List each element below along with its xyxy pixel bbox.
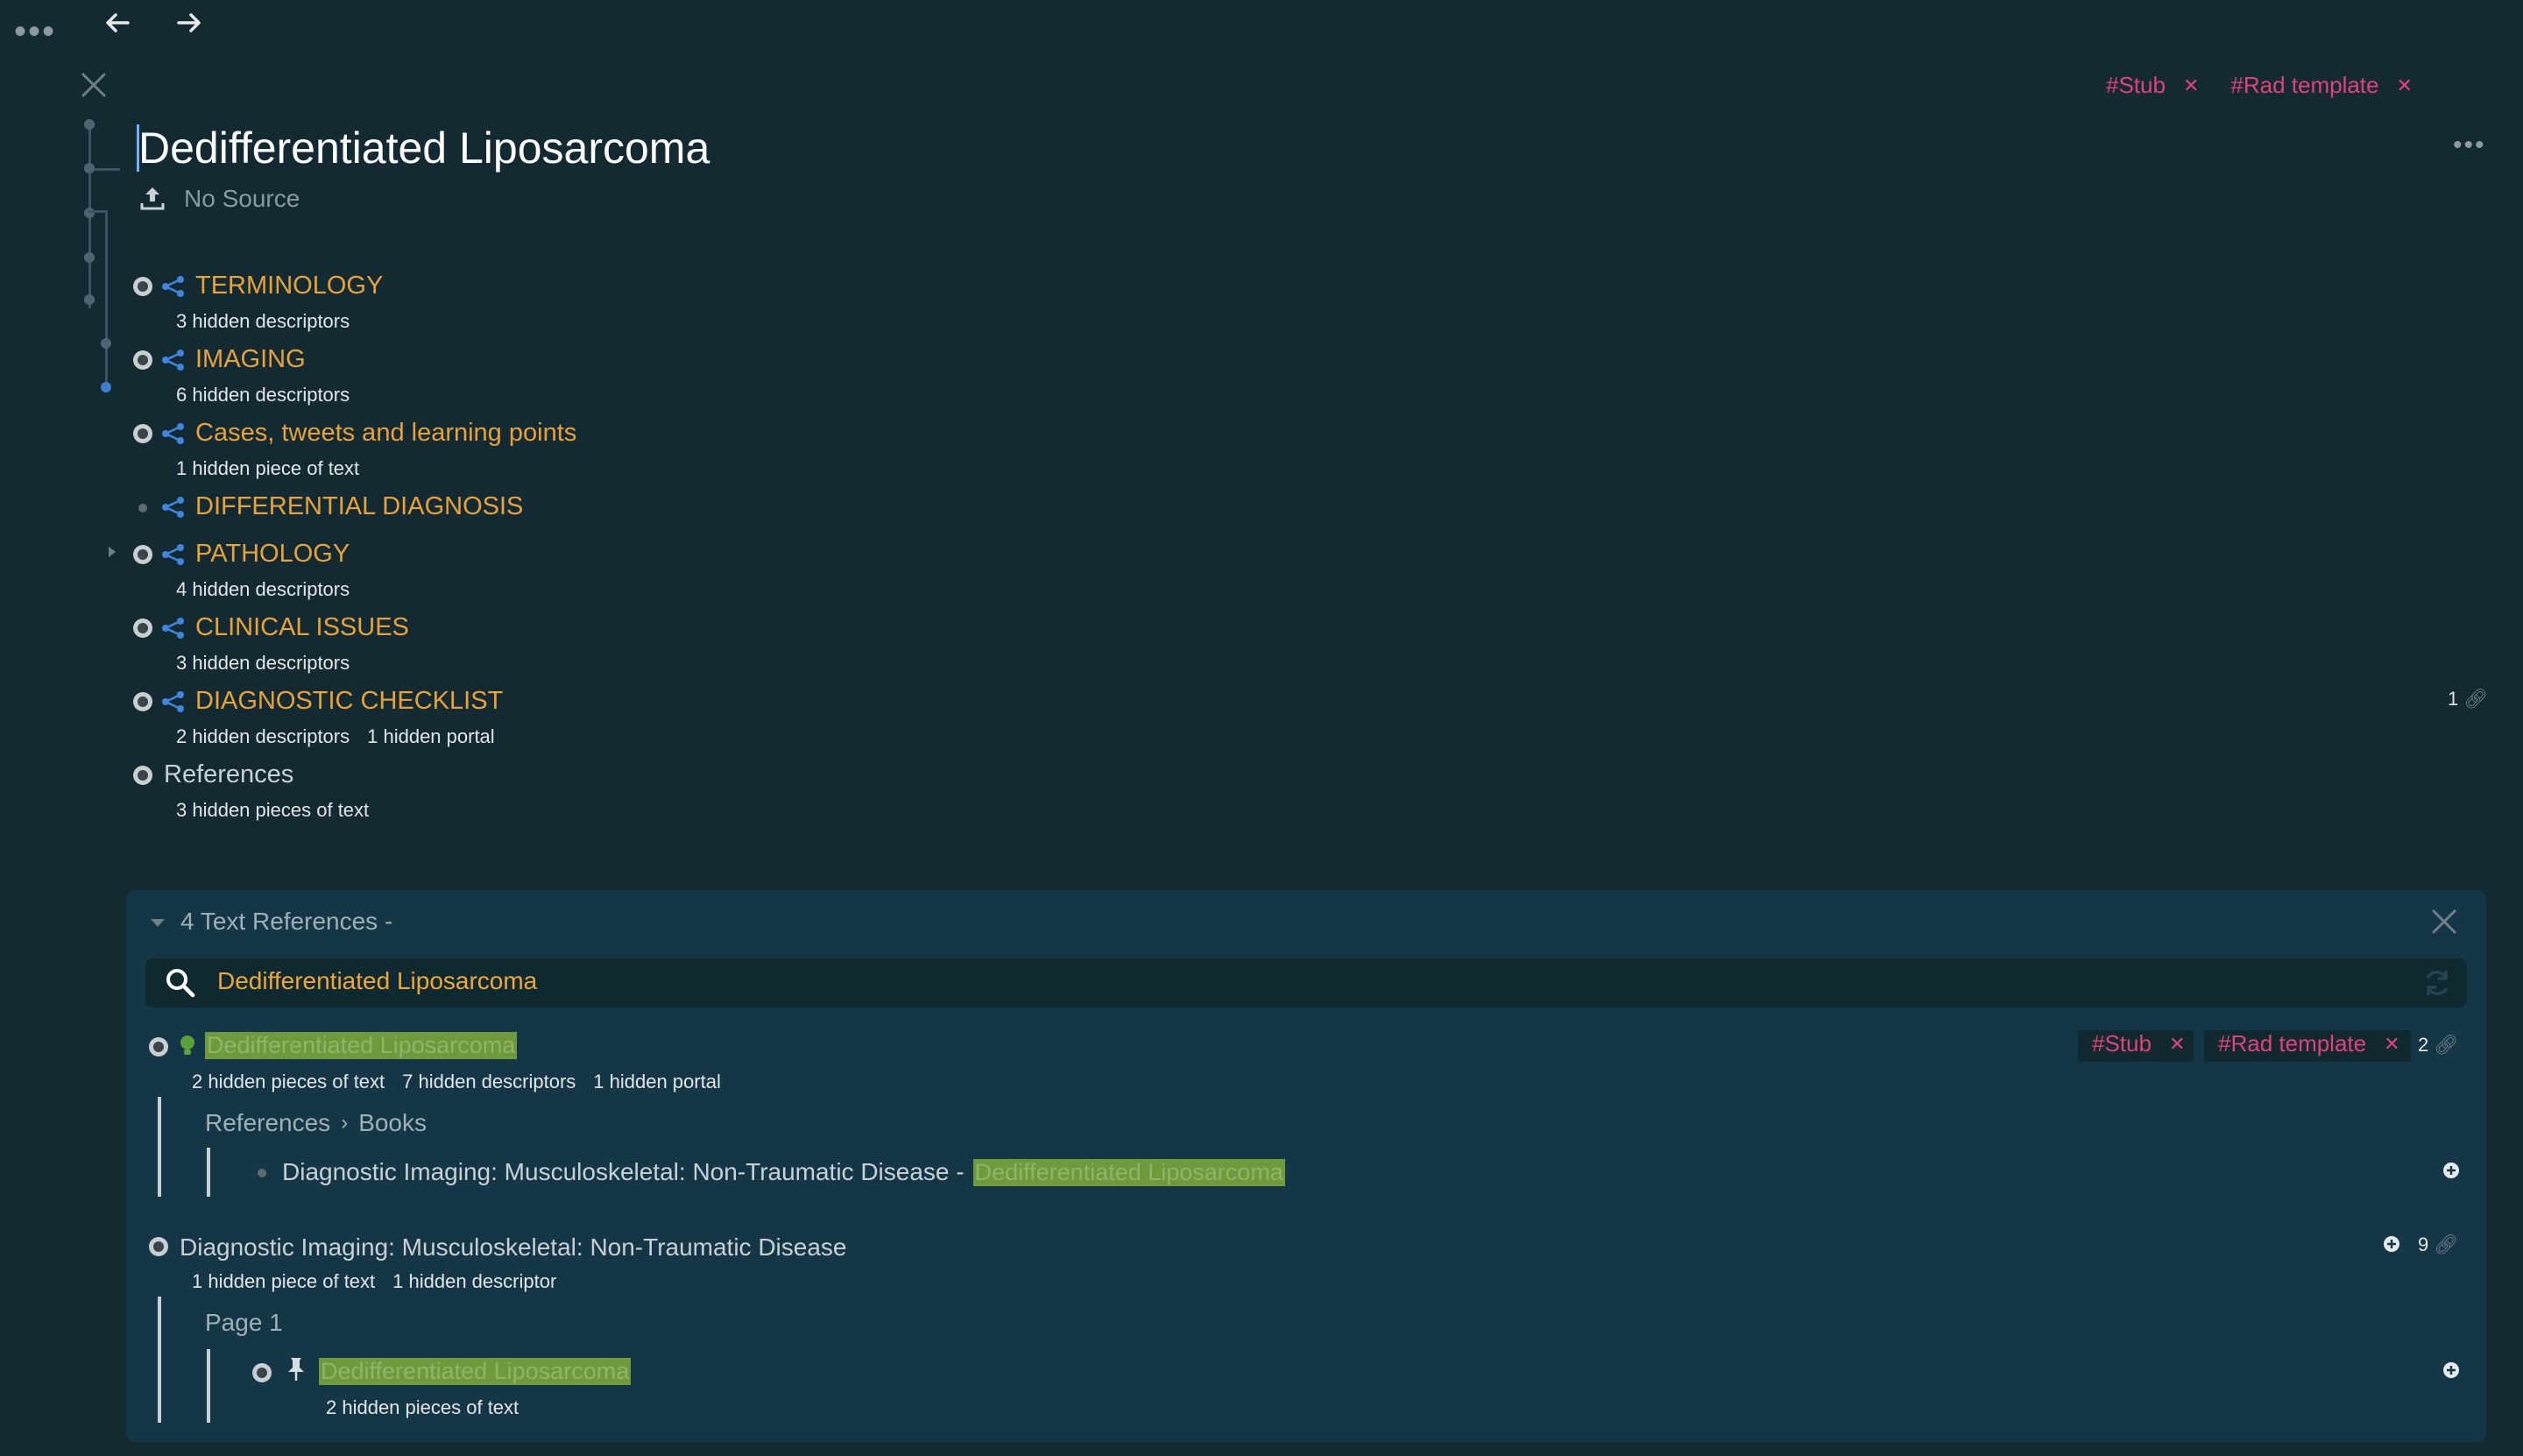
search-input[interactable]: Dedifferentiated Liposarcoma: [217, 967, 537, 995]
tag-rad-template[interactable]: #Rad template: [2230, 72, 2378, 99]
link-icon: 🔗︎: [2434, 1034, 2459, 1056]
quote-bar: [158, 1297, 161, 1423]
quote-bar: [207, 1349, 210, 1423]
hidden-count: 6 hidden descriptors: [176, 384, 350, 406]
remove-tag-icon[interactable]: ✕: [2384, 1033, 2399, 1056]
add-circle-icon[interactable]: [2442, 1361, 2460, 1379]
link-count[interactable]: 2 🔗︎: [2418, 1034, 2458, 1057]
outline-heading-diagnostic-checklist[interactable]: DIAGNOSTIC CHECKLIST: [195, 687, 503, 716]
highlighted-match[interactable]: Dedifferentiated Liposarcoma: [972, 1158, 1285, 1186]
tree-node: [84, 163, 95, 173]
upload-icon[interactable]: [138, 184, 166, 212]
hidden-count: 3 hidden pieces of text: [176, 799, 370, 821]
close-icon[interactable]: [79, 70, 109, 100]
outline-heading-differential-diagnosis[interactable]: DIFFERENTIAL DIAGNOSIS: [195, 492, 523, 521]
breadcrumb: References › Books: [205, 1109, 427, 1137]
share-icon[interactable]: [161, 543, 186, 566]
outline-bullet[interactable]: [133, 766, 152, 785]
source-label[interactable]: No Source: [184, 185, 300, 213]
close-panel-icon[interactable]: [2430, 908, 2458, 936]
highlighted-match[interactable]: Dedifferentiated Liposarcoma: [205, 1032, 518, 1059]
reference-bullet[interactable]: [252, 1363, 272, 1382]
share-icon[interactable]: [161, 690, 186, 713]
hidden-count: 2 hidden descriptors 1 hidden portal: [176, 725, 495, 747]
breadcrumb-item[interactable]: References: [205, 1109, 330, 1137]
outline-heading-terminology[interactable]: TERMINOLOGY: [195, 272, 383, 300]
outline-bullet[interactable]: [133, 277, 152, 296]
tag-stub[interactable]: #Stub: [2106, 72, 2166, 99]
tree-node-active: [101, 382, 111, 392]
hidden-count: 1 hidden piece of text 1 hidden descripto…: [192, 1270, 557, 1292]
share-icon[interactable]: [161, 275, 186, 298]
outline-bullet[interactable]: [133, 424, 152, 443]
link-icon: 🔗︎: [2434, 1233, 2459, 1255]
link-count[interactable]: 1 🔗︎: [2448, 688, 2488, 710]
tag-list: #Stub ✕ #Rad template ✕: [2106, 72, 2413, 99]
more-options-icon[interactable]: •••: [2453, 132, 2486, 159]
outline-bullet[interactable]: [133, 350, 152, 370]
hidden-count: 4 hidden descriptors: [176, 578, 350, 600]
breadcrumb-item[interactable]: Books: [358, 1109, 427, 1137]
reference-text[interactable]: Diagnostic Imaging: Musculoskeletal: Non…: [282, 1158, 1285, 1186]
collapse-caret-icon[interactable]: [149, 916, 166, 929]
add-circle-icon[interactable]: [2442, 1162, 2460, 1179]
tree-node: [84, 294, 95, 305]
list-bullet: [258, 1169, 266, 1177]
hidden-count: 3 hidden descriptors: [176, 652, 350, 674]
reference-tags: #Rad template ✕: [2218, 1030, 2400, 1057]
hidden-count: 1 hidden piece of text: [176, 457, 360, 479]
panel-title: 4 Text References -: [180, 908, 393, 935]
outline-bullet[interactable]: [133, 692, 152, 711]
tree-line: [105, 210, 108, 385]
search-icon[interactable]: [165, 967, 196, 999]
reference-bullet[interactable]: [149, 1037, 168, 1057]
share-icon[interactable]: [161, 422, 186, 445]
reference-bullet[interactable]: [149, 1237, 168, 1256]
refresh-icon[interactable]: [2421, 967, 2453, 999]
outline-heading-clinical-issues[interactable]: CLINICAL ISSUES: [195, 613, 409, 642]
highlighted-match[interactable]: Dedifferentiated Liposarcoma: [319, 1358, 632, 1385]
share-icon[interactable]: [161, 496, 186, 519]
add-circle-icon[interactable]: [2383, 1235, 2400, 1253]
quote-bar: [207, 1148, 210, 1197]
menu-icon[interactable]: •••: [14, 14, 56, 49]
chevron-right-icon: ›: [341, 1111, 349, 1134]
share-icon[interactable]: [161, 617, 186, 640]
outline-heading-pathology[interactable]: PATHOLOGY: [195, 540, 350, 569]
reference-title[interactable]: Diagnostic Imaging: Musculoskeletal: Non…: [180, 1233, 847, 1262]
hidden-count: 2 hidden pieces of text: [326, 1396, 519, 1418]
tree-node: [84, 252, 95, 263]
tag-rad-template[interactable]: #Rad template: [2218, 1030, 2366, 1057]
breadcrumb-item[interactable]: Page 1: [205, 1309, 283, 1337]
share-icon[interactable]: [161, 349, 186, 371]
remove-tag-icon[interactable]: ✕: [2169, 1033, 2185, 1056]
tree-node: [101, 338, 111, 349]
expand-caret-icon[interactable]: [107, 545, 117, 559]
hidden-count: 2 hidden pieces of text 7 hidden descript…: [192, 1071, 721, 1092]
tag-stub[interactable]: #Stub: [2092, 1030, 2152, 1057]
tree-node: [84, 208, 95, 218]
tree-node: [84, 119, 95, 130]
link-icon: 🔗︎: [2463, 688, 2489, 710]
outline-item-references[interactable]: References: [164, 760, 293, 789]
arrow-left-icon[interactable]: [100, 5, 135, 40]
lightbulb-icon: [179, 1034, 196, 1058]
quote-bar: [158, 1097, 161, 1197]
outline-heading-imaging[interactable]: IMAGING: [195, 345, 306, 374]
reference-tags: #Stub ✕: [2092, 1030, 2185, 1057]
remove-tag-icon[interactable]: ✕: [2397, 74, 2413, 97]
page-title[interactable]: Dedifferentiated Liposarcoma: [138, 123, 710, 173]
outline-heading-cases[interactable]: Cases, tweets and learning points: [195, 419, 576, 448]
outline-bullet[interactable]: [133, 618, 152, 638]
hidden-count: 3 hidden descriptors: [176, 310, 350, 332]
pin-icon[interactable]: [286, 1356, 307, 1382]
tree-line: [88, 210, 106, 213]
link-count[interactable]: 9 🔗︎: [2418, 1233, 2458, 1256]
outline-bullet-empty[interactable]: [138, 504, 147, 512]
outline-bullet[interactable]: [133, 545, 152, 564]
arrow-right-icon[interactable]: [172, 5, 207, 40]
remove-tag-icon[interactable]: ✕: [2183, 74, 2199, 97]
